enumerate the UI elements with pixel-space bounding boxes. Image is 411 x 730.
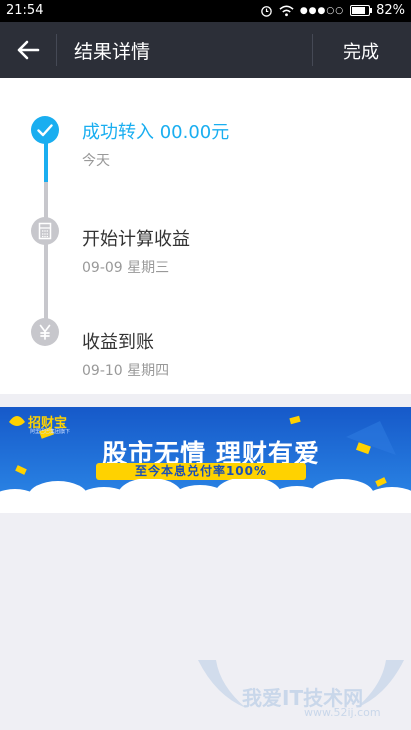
battery-level: 82% (376, 3, 405, 18)
status-time: 21:54 (6, 3, 44, 18)
step-1-date: 今天 (82, 153, 110, 169)
status-bar: 21:54 ●●●○○ 82% (0, 0, 411, 22)
status-icons: ●●●○○ 82% (260, 3, 405, 18)
result-timeline: 成功转入 00.00元 今天 开始计算收益 09-09 星期三 收益到账 09-… (0, 78, 411, 394)
nav-divider-left (56, 34, 57, 66)
wifi-icon (279, 5, 294, 16)
battery-icon (350, 5, 373, 16)
step-3-title: 收益到账 (82, 332, 154, 353)
nav-bar: 结果详情 完成 (0, 22, 411, 78)
watermark: 我爱IT技术网 www.52ij.com (196, 656, 406, 726)
check-icon (31, 116, 59, 144)
back-button[interactable] (14, 36, 42, 64)
alarm-icon (261, 6, 272, 17)
signal-icon: ●●●○○ (299, 5, 345, 16)
step-1-title: 成功转入 00.00元 (82, 122, 230, 143)
banner-ribbon: 至今本息兑付率100% (96, 463, 306, 480)
done-button[interactable]: 完成 (343, 38, 379, 64)
banner-logo-subtitle: 阿里巴巴集团旗下 (30, 429, 71, 435)
step-2-date: 09-09 星期三 (82, 260, 170, 276)
nav-divider-right (312, 34, 313, 66)
banner-logo-icon (9, 416, 25, 426)
calculator-icon (31, 217, 59, 245)
watermark-url: www.52ij.com (304, 706, 381, 719)
step-2-title: 开始计算收益 (82, 229, 190, 250)
page-title: 结果详情 (74, 41, 151, 63)
banner-clouds (0, 479, 411, 513)
timeline-line-inactive (44, 182, 48, 332)
step-3-date: 09-10 星期四 (82, 363, 170, 379)
yen-icon (31, 318, 59, 346)
